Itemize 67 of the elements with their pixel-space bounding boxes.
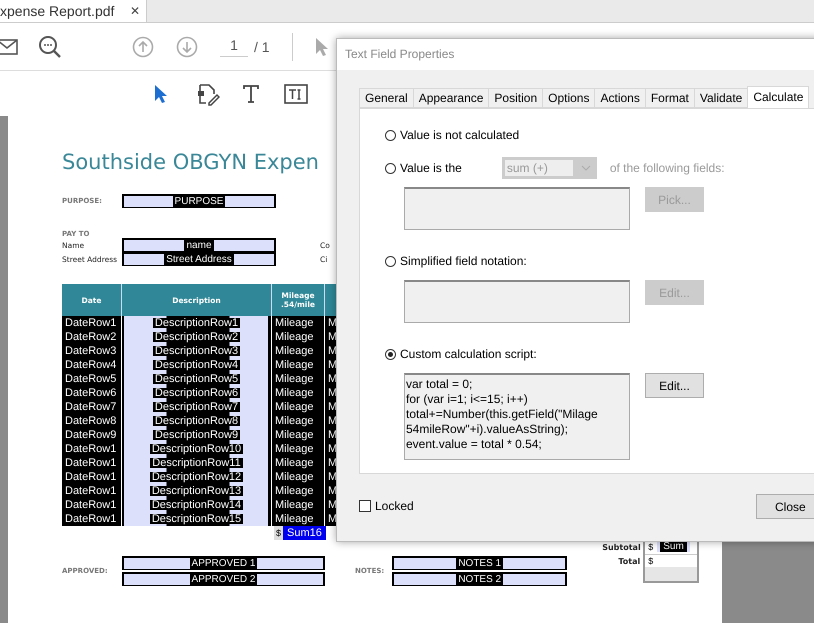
close-button[interactable]: Close xyxy=(756,494,814,519)
table-cell[interactable]: DescriptionRow14 xyxy=(122,498,272,512)
document-title: Southside OBGYN Expen xyxy=(62,150,319,174)
tab[interactable]: Validate xyxy=(694,88,748,108)
form-field[interactable]: NOTES 2 xyxy=(392,572,568,586)
edit-button[interactable]: Edit... xyxy=(645,373,704,398)
table-cell[interactable]: DescriptionRow6 xyxy=(122,386,272,400)
text-tool-icon[interactable] xyxy=(242,84,260,102)
page-total: / 1 xyxy=(254,38,270,54)
form-field[interactable]: PURPOSE xyxy=(122,194,276,208)
form-field[interactable]: APPROVED 1 xyxy=(122,556,325,570)
radio-button[interactable] xyxy=(385,348,396,360)
table-cell[interactable]: DescriptionRow5 xyxy=(122,372,272,386)
currency-sign: $ xyxy=(647,542,654,552)
option-label[interactable]: Value is not calculated xyxy=(400,128,520,142)
close-tab-button[interactable]: ✕ xyxy=(130,4,140,18)
option-label[interactable]: Value is the xyxy=(400,161,462,175)
script-field[interactable]: var total = 0; for (var i=1; i<=15; i++) total+=Number(this.getField("Milage 54mileRow"+i).valueAsString); event.value = total * 0.54; xyxy=(404,373,630,460)
table-cell[interactable]: DescriptionRow11 xyxy=(122,456,272,470)
radio-button[interactable] xyxy=(385,130,396,140)
radio-button[interactable] xyxy=(385,162,396,174)
option-suffix: of the following fields: xyxy=(610,161,725,175)
option-label[interactable]: Custom calculation script: xyxy=(400,347,537,361)
text-field-tool-icon[interactable] xyxy=(284,84,308,104)
total-label: Subtotal xyxy=(602,542,642,552)
table-cell[interactable]: DescriptionRow10 xyxy=(122,442,272,456)
total-cell[interactable] xyxy=(643,567,700,583)
tab[interactable]: Calculate xyxy=(747,86,810,109)
table-cell[interactable]: DescriptionRow4 xyxy=(122,358,272,372)
table-cell[interactable]: DescriptionRow3 xyxy=(122,344,272,358)
tab[interactable]: Actions xyxy=(594,88,645,108)
document-tab[interactable]: xpense Report.pdf ✕ xyxy=(0,0,147,22)
table-cell[interactable]: DescriptionRow9 xyxy=(122,428,272,442)
pointer-icon[interactable] xyxy=(154,84,168,104)
checkbox-label[interactable]: Locked xyxy=(375,499,414,513)
mail-icon[interactable] xyxy=(0,38,18,54)
tab[interactable]: Appearance xyxy=(412,88,488,108)
table-cell[interactable]: DescriptionRow7 xyxy=(122,400,272,414)
table-cell[interactable]: DescriptionRow12 xyxy=(122,470,272,484)
document-tab-title: xpense Report.pdf xyxy=(0,3,114,19)
tab[interactable]: Options xyxy=(542,88,594,108)
table-cell[interactable]: DescriptionRow1 xyxy=(122,316,272,330)
tab[interactable]: Position xyxy=(488,88,542,108)
dialog-title: Text Field Properties xyxy=(337,39,814,70)
currency-sign: $ xyxy=(647,556,654,566)
script-field[interactable] xyxy=(404,280,630,323)
table-cell[interactable]: DescriptionRow13 xyxy=(122,484,272,498)
tab[interactable]: General xyxy=(359,88,413,108)
currency-sign: $ xyxy=(275,528,282,538)
form-field[interactable]: APPROVED 2 xyxy=(122,572,325,586)
option-label[interactable]: Simplified field notation: xyxy=(400,254,527,268)
table-cell[interactable]: DescriptionRow2 xyxy=(122,330,272,344)
table-cell[interactable]: DescriptionRow8 xyxy=(122,414,272,428)
form-field[interactable]: name xyxy=(122,238,276,252)
selected-form-field[interactable]: Sum16 xyxy=(283,526,326,540)
page-number-field[interactable]: 1 xyxy=(220,36,248,56)
table-cell[interactable]: DescriptionRow15 xyxy=(122,512,272,526)
script-field[interactable] xyxy=(404,187,630,230)
tab[interactable]: Format xyxy=(644,88,694,108)
form-field[interactable]: NOTES 1 xyxy=(392,556,568,570)
total-label: Total xyxy=(617,556,642,566)
form-field[interactable]: Street Address xyxy=(122,252,276,266)
search-icon[interactable] xyxy=(38,34,62,58)
locked-checkbox[interactable] xyxy=(359,500,371,512)
form-field[interactable]: Sum xyxy=(657,541,690,552)
radio-button[interactable] xyxy=(385,256,396,266)
form-edit-icon[interactable] xyxy=(196,82,220,106)
